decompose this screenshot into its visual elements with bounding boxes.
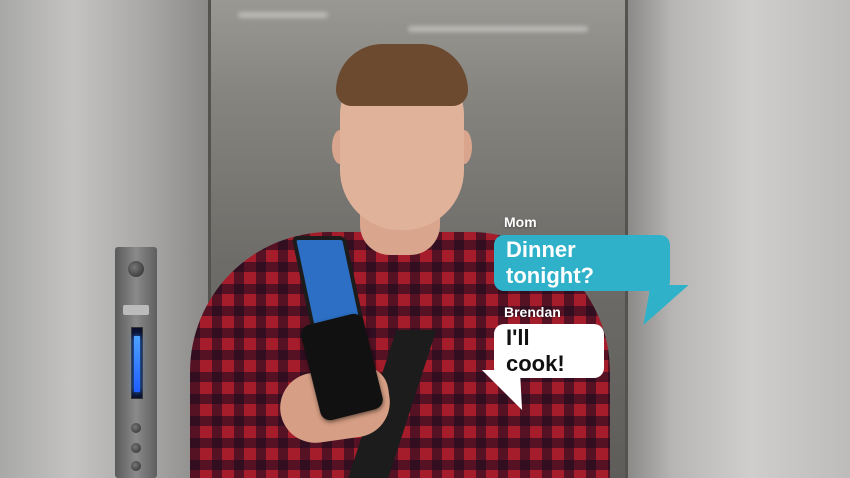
panel-button	[131, 461, 141, 471]
light-reflection	[408, 26, 588, 32]
outgoing-message-bubble: I'll cook!	[494, 324, 604, 378]
incoming-sender-name: Mom	[504, 214, 537, 230]
panel-slot	[123, 305, 149, 315]
elevator-button-panel	[115, 247, 157, 478]
floor-indicator-display	[131, 327, 143, 399]
outgoing-sender-name: Brendan	[504, 304, 561, 320]
elevator-scene: Mom Dinner tonight? Brendan I'll cook!	[0, 0, 850, 478]
elevator-call-button	[128, 261, 144, 277]
light-reflection	[238, 12, 328, 18]
elevator-left-wall	[0, 0, 208, 478]
person-hair	[336, 44, 468, 106]
panel-button	[131, 423, 141, 433]
panel-button	[131, 443, 141, 453]
outgoing-message-text: I'll cook!	[506, 325, 565, 376]
incoming-message-bubble: Dinner tonight?	[494, 235, 670, 291]
incoming-message-text: Dinner tonight?	[506, 237, 594, 288]
